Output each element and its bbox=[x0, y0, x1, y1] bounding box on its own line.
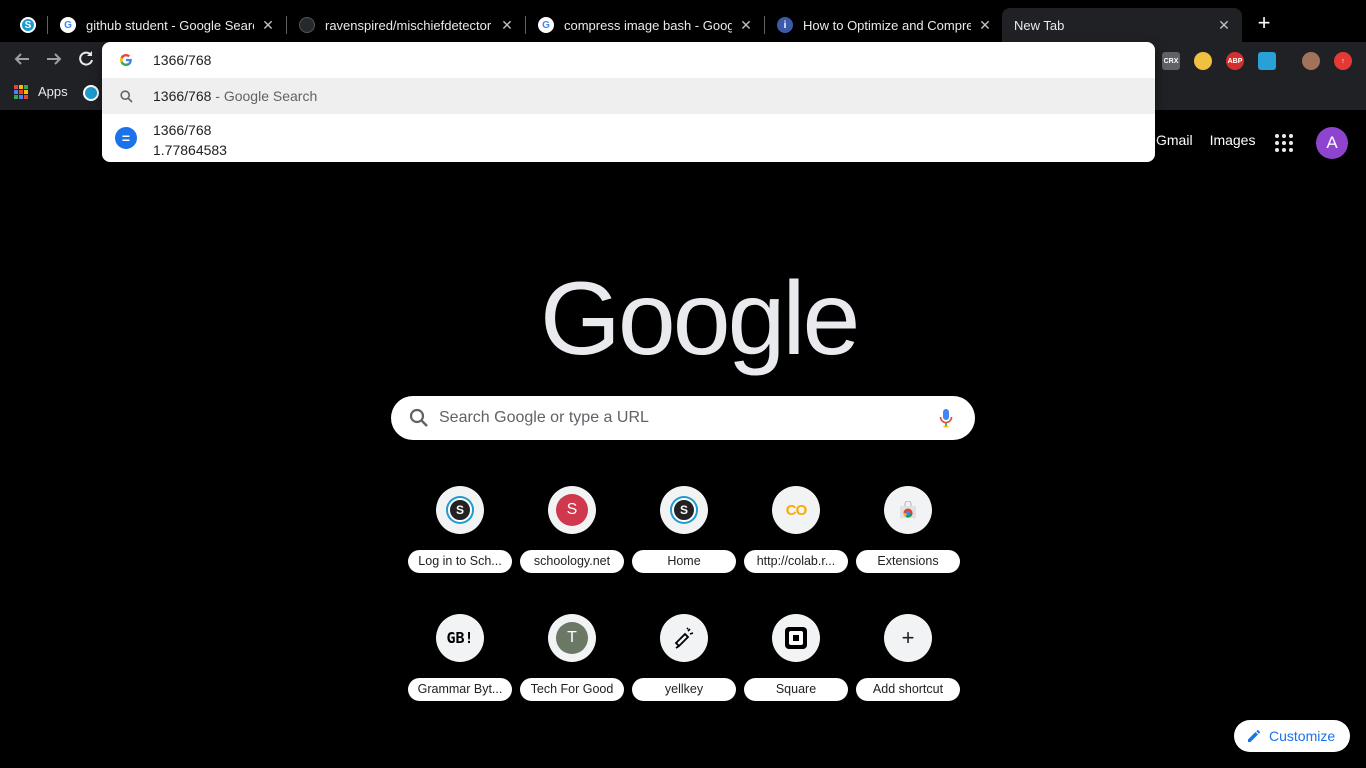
profile-avatar-icon[interactable] bbox=[1302, 52, 1320, 70]
shortcut-square[interactable]: Square bbox=[740, 614, 852, 714]
tab-title: ravenspired/mischiefdetector bbox=[325, 17, 492, 33]
google-icon bbox=[118, 52, 134, 68]
adblock-extension-icon[interactable]: ABP bbox=[1226, 52, 1244, 70]
shortcut-grammar-bytes[interactable]: GB! Grammar Byt... bbox=[404, 614, 516, 714]
letter-t-icon: T bbox=[548, 614, 596, 662]
tab-strip: S G github student - Google Search ✕ rav… bbox=[0, 0, 1366, 42]
bird-extension-icon[interactable] bbox=[1258, 52, 1276, 70]
shortcut-label: Log in to Sch... bbox=[408, 550, 512, 573]
tab-title: How to Optimize and Compress bbox=[803, 17, 971, 33]
shortcut-label: Home bbox=[632, 550, 736, 573]
google-icon: G bbox=[538, 17, 554, 33]
arrow-left-icon bbox=[14, 53, 29, 65]
back-button[interactable] bbox=[12, 50, 32, 70]
github-icon bbox=[299, 17, 315, 33]
omnibox-suggestion-calculator[interactable]: = 1366/768 1.77864583 bbox=[102, 114, 1155, 162]
shortcut-label: Tech For Good bbox=[520, 678, 624, 701]
new-tab-button[interactable]: + bbox=[1252, 12, 1276, 36]
search-icon bbox=[409, 408, 429, 433]
customize-button[interactable]: Customize bbox=[1234, 720, 1350, 752]
ntp-header-links: Gmail Images bbox=[1156, 132, 1272, 148]
schoology-bookmark-icon[interactable] bbox=[83, 85, 99, 101]
calculator-icon: = bbox=[115, 127, 137, 149]
shortcut-add[interactable]: + Add shortcut bbox=[852, 614, 964, 714]
search-icon bbox=[118, 88, 134, 104]
plus-icon: + bbox=[884, 614, 932, 662]
close-icon[interactable]: ✕ bbox=[499, 17, 515, 34]
reload-icon bbox=[79, 51, 93, 66]
tab-mischiefdetector[interactable]: ravenspired/mischiefdetector ✕ bbox=[287, 8, 525, 42]
shortcut-label: Extensions bbox=[856, 550, 960, 573]
google-icon: G bbox=[60, 17, 76, 33]
shortcut-label: Add shortcut bbox=[856, 678, 960, 701]
info-icon: i bbox=[777, 17, 793, 33]
forward-button[interactable] bbox=[44, 50, 64, 70]
shortcut-colab[interactable]: CO http://colab.r... bbox=[740, 486, 852, 586]
close-icon[interactable]: ✕ bbox=[260, 17, 276, 34]
tab-optimize-compress[interactable]: i How to Optimize and Compress ✕ bbox=[765, 8, 1003, 42]
shortcut-label: http://colab.r... bbox=[744, 550, 848, 573]
schoology-icon: S bbox=[660, 486, 708, 534]
calc-expression: 1366/768 bbox=[153, 122, 212, 138]
crx-extension-icon[interactable]: CRX bbox=[1162, 52, 1180, 70]
microphone-icon[interactable] bbox=[939, 408, 953, 433]
square-logo-icon bbox=[772, 614, 820, 662]
reload-button[interactable] bbox=[76, 50, 96, 70]
omnibox-input-row[interactable]: 1366/768 bbox=[102, 42, 1155, 78]
close-icon[interactable]: ✕ bbox=[1216, 17, 1232, 34]
shortcut-home[interactable]: S Home bbox=[628, 486, 740, 586]
shortcut-extensions[interactable]: Extensions bbox=[852, 486, 964, 586]
omnibox-suggestion-search[interactable]: 1366/768 - Google Search bbox=[102, 78, 1155, 114]
tab-compress-image[interactable]: G compress image bash - Google Search ✕ bbox=[526, 8, 764, 42]
account-avatar[interactable]: A bbox=[1316, 127, 1348, 159]
omnibox-dropdown: 1366/768 1366/768 - Google Search = 1366… bbox=[102, 42, 1155, 162]
grammar-bytes-icon: GB! bbox=[436, 614, 484, 662]
shortcut-schoology-net[interactable]: S schoology.net bbox=[516, 486, 628, 586]
calc-result: 1.77864583 bbox=[153, 142, 227, 158]
chrome-webstore-icon bbox=[884, 486, 932, 534]
tab-title: New Tab bbox=[1014, 17, 1065, 33]
shortcut-label: yellkey bbox=[632, 678, 736, 701]
bookmark-apps[interactable]: Apps bbox=[14, 84, 68, 99]
arrow-right-icon bbox=[47, 53, 62, 65]
close-icon[interactable]: ✕ bbox=[977, 17, 993, 34]
shortcut-log-in-schoology[interactable]: S Log in to Sch... bbox=[404, 486, 516, 586]
google-logo: Google bbox=[540, 261, 860, 377]
tab-title: github student - Google Search bbox=[86, 17, 254, 33]
pencil-icon bbox=[1248, 729, 1261, 742]
tab-title: compress image bash - Google Search bbox=[564, 17, 732, 33]
suggestion-query: 1366/768 bbox=[153, 88, 212, 104]
shortcut-yellkey[interactable]: yellkey bbox=[628, 614, 740, 714]
schoology-icon: S bbox=[436, 486, 484, 534]
shortcut-label: Grammar Byt... bbox=[408, 678, 512, 701]
shortcut-label: Square bbox=[744, 678, 848, 701]
close-icon[interactable]: ✕ bbox=[738, 17, 754, 34]
search-placeholder: Search Google or type a URL bbox=[439, 409, 649, 426]
omnibox-input[interactable]: 1366/768 bbox=[153, 52, 211, 68]
tab-schoology[interactable]: S bbox=[8, 8, 48, 42]
tab-new-tab[interactable]: New Tab ✕ bbox=[1002, 8, 1242, 42]
customize-label: Customize bbox=[1269, 728, 1336, 744]
images-link[interactable]: Images bbox=[1210, 132, 1256, 148]
ntp-search-box[interactable]: Search Google or type a URL bbox=[391, 396, 975, 440]
suggestion-suffix: - Google Search bbox=[215, 88, 318, 104]
tab-github-student[interactable]: G github student - Google Search ✕ bbox=[48, 8, 286, 42]
colab-icon: CO bbox=[772, 486, 820, 534]
shortcut-label: schoology.net bbox=[520, 550, 624, 573]
owl-extension-icon[interactable] bbox=[1194, 52, 1212, 70]
gmail-link[interactable]: Gmail bbox=[1156, 132, 1193, 148]
schoology-letter-icon: S bbox=[548, 486, 596, 534]
shortcut-tech-for-good[interactable]: T Tech For Good bbox=[516, 614, 628, 714]
google-apps-icon[interactable] bbox=[1275, 134, 1293, 152]
schoology-icon: S bbox=[20, 17, 36, 33]
megaphone-icon bbox=[660, 614, 708, 662]
apps-grid-icon bbox=[14, 84, 28, 99]
update-icon[interactable]: ↑ bbox=[1334, 52, 1352, 70]
apps-label: Apps bbox=[38, 84, 68, 99]
